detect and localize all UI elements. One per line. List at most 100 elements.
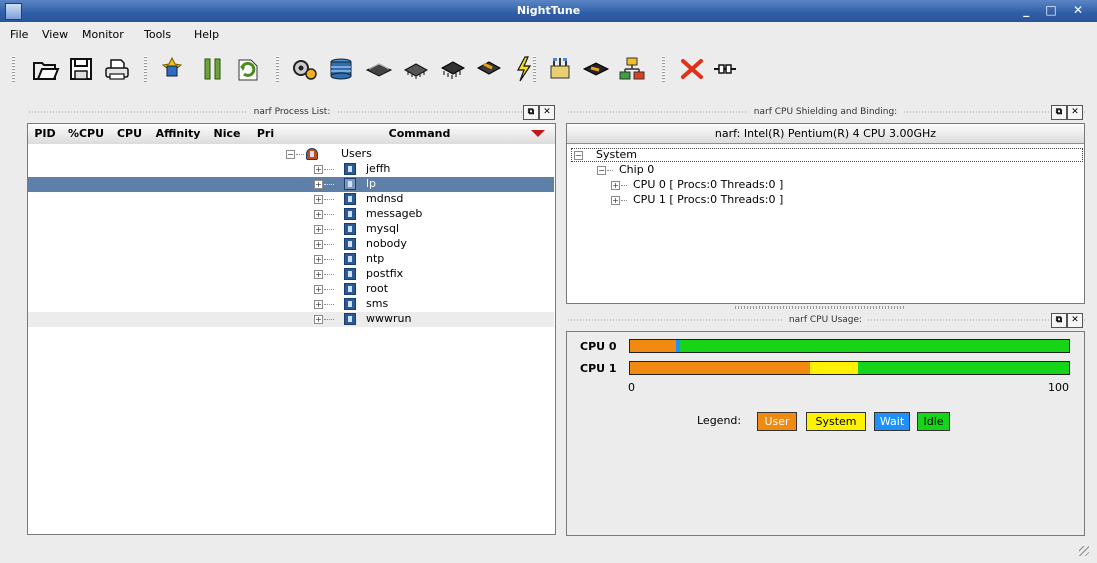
user-label: ntp bbox=[366, 252, 385, 265]
refresh-icon[interactable] bbox=[157, 54, 187, 84]
tree-row-user[interactable]: + wwwrun bbox=[28, 312, 554, 327]
user-icon bbox=[344, 163, 356, 175]
column-pri[interactable]: Pri bbox=[247, 124, 285, 144]
expand-icon[interactable]: + bbox=[314, 240, 323, 249]
menu-view[interactable]: View bbox=[42, 28, 68, 41]
tree-row-cpu[interactable]: + CPU 0 [ Procs:0 Threads:0 ] bbox=[611, 178, 1011, 192]
tree-row-chip[interactable]: − Chip 0 bbox=[597, 163, 997, 177]
tree-row-user[interactable]: + mdnsd bbox=[28, 192, 554, 207]
sort-desc-icon[interactable] bbox=[531, 130, 545, 137]
tree-row-user[interactable]: + ntp bbox=[28, 252, 554, 267]
connect-icon[interactable] bbox=[710, 54, 740, 84]
process-icon[interactable] bbox=[289, 54, 319, 84]
expand-icon[interactable]: + bbox=[314, 255, 323, 264]
cpu1-idle-segment bbox=[858, 362, 1069, 374]
save-icon[interactable] bbox=[66, 54, 96, 84]
device-icon[interactable] bbox=[581, 54, 611, 84]
expand-icon[interactable]: + bbox=[611, 181, 620, 190]
toolbar-grip bbox=[12, 56, 15, 82]
menu-monitor[interactable]: Monitor bbox=[82, 28, 124, 41]
expand-icon[interactable]: + bbox=[611, 196, 620, 205]
tree-row-user[interactable]: + sms bbox=[28, 297, 554, 312]
open-icon[interactable] bbox=[30, 54, 60, 84]
shield-header: narf: Intel(R) Pentium(R) 4 CPU 3.00GHz bbox=[567, 124, 1084, 144]
close-panel-icon[interactable]: ✕ bbox=[1067, 313, 1083, 328]
usage-panel-header: narf CPU Usage: ⧉ ✕ bbox=[566, 311, 1085, 329]
tree-row-user-selected[interactable]: + lp bbox=[28, 177, 554, 192]
expand-icon[interactable]: + bbox=[314, 210, 323, 219]
tree-row-user[interactable]: + postfix bbox=[28, 267, 554, 282]
expand-icon[interactable]: + bbox=[314, 180, 323, 189]
user-label: postfix bbox=[366, 267, 404, 280]
float-panel-icon[interactable]: ⧉ bbox=[1051, 105, 1067, 120]
interrupt-icon[interactable] bbox=[474, 54, 504, 84]
user-icon bbox=[344, 223, 356, 235]
menu-bar: File View Monitor Tools Help bbox=[0, 22, 1097, 46]
toolbar-separator bbox=[144, 56, 147, 82]
process-list[interactable]: PID %CPU CPU Affinity Nice Pri Command −… bbox=[27, 123, 556, 535]
pause-icon[interactable] bbox=[198, 54, 228, 84]
cpu-label: CPU 0 [ Procs:0 Threads:0 ] bbox=[633, 178, 784, 191]
shield-tree-view[interactable]: narf: Intel(R) Pentium(R) 4 CPU 3.00GHz … bbox=[566, 123, 1085, 304]
tree-row-user[interactable]: + jeffh bbox=[28, 162, 554, 177]
close-panel-icon[interactable]: ✕ bbox=[1067, 105, 1083, 120]
collapse-icon[interactable]: − bbox=[597, 166, 606, 175]
column-cpu-percent[interactable]: %CPU bbox=[62, 124, 111, 144]
cpu-icon[interactable] bbox=[438, 54, 468, 84]
disk-icon[interactable] bbox=[364, 54, 394, 84]
float-panel-icon[interactable]: ⧉ bbox=[1051, 313, 1067, 328]
column-pid[interactable]: PID bbox=[28, 124, 63, 144]
column-command[interactable]: Command bbox=[284, 124, 555, 144]
legend-idle: Idle bbox=[917, 412, 950, 431]
tree-row-user[interactable]: + messageb bbox=[28, 207, 554, 222]
tree-row-user[interactable]: + mysql bbox=[28, 222, 554, 237]
expand-icon[interactable]: + bbox=[314, 285, 323, 294]
shield-panel-header: narf CPU Shielding and Binding: ⧉ ✕ bbox=[566, 103, 1085, 121]
close-panel-icon[interactable]: ✕ bbox=[539, 105, 555, 120]
cpu0-idle-segment bbox=[680, 340, 1069, 352]
expand-icon[interactable]: + bbox=[314, 270, 323, 279]
restart-icon[interactable] bbox=[233, 54, 263, 84]
cpu1-label: CPU 1 bbox=[580, 362, 617, 375]
legend-wait: Wait bbox=[874, 412, 910, 431]
window-title: NightTune bbox=[516, 4, 581, 17]
column-cpu[interactable]: CPU bbox=[110, 124, 150, 144]
nodes-icon[interactable] bbox=[617, 54, 647, 84]
float-panel-icon[interactable]: ⧉ bbox=[523, 105, 539, 120]
chip-icon[interactable] bbox=[401, 54, 431, 84]
toolbar bbox=[0, 46, 1097, 92]
menu-help[interactable]: Help bbox=[194, 28, 219, 41]
expand-icon[interactable]: + bbox=[314, 195, 323, 204]
legend-system: System bbox=[806, 412, 866, 431]
expand-icon[interactable]: + bbox=[314, 165, 323, 174]
memory-icon[interactable] bbox=[326, 54, 356, 84]
column-affinity[interactable]: Affinity bbox=[149, 124, 208, 144]
collapse-icon[interactable]: − bbox=[286, 150, 295, 159]
expand-icon[interactable]: + bbox=[314, 225, 323, 234]
collapse-icon[interactable]: − bbox=[574, 151, 583, 160]
tree-row-users[interactable]: − Users bbox=[28, 147, 554, 162]
shield-panel-title: narf CPU Shielding and Binding: bbox=[747, 107, 904, 117]
user-label: nobody bbox=[366, 237, 407, 250]
tree-row-system[interactable]: − System bbox=[571, 148, 1083, 162]
user-label: wwwrun bbox=[366, 312, 412, 325]
status-bar bbox=[0, 540, 1097, 563]
close-icon[interactable] bbox=[677, 54, 707, 84]
expand-icon[interactable]: + bbox=[314, 315, 323, 324]
tree-row-user[interactable]: + root bbox=[28, 282, 554, 297]
window-controls[interactable]: _ □ ✕ bbox=[1023, 3, 1089, 17]
user-icon bbox=[344, 238, 356, 250]
print-icon[interactable] bbox=[102, 54, 132, 84]
splitter-handle[interactable] bbox=[735, 306, 905, 309]
resize-grip-icon[interactable] bbox=[1079, 546, 1089, 556]
network-icon[interactable] bbox=[545, 54, 575, 84]
column-nice[interactable]: Nice bbox=[207, 124, 248, 144]
menu-tools[interactable]: Tools bbox=[144, 28, 171, 41]
cpu1-system-segment bbox=[809, 362, 859, 374]
tree-row-cpu[interactable]: + CPU 1 [ Procs:0 Threads:0 ] bbox=[611, 193, 1011, 207]
menu-file[interactable]: File bbox=[10, 28, 28, 41]
tree-row-user[interactable]: + nobody bbox=[28, 237, 554, 252]
expand-icon[interactable]: + bbox=[314, 300, 323, 309]
users-group-icon bbox=[306, 148, 318, 160]
toolbar-separator bbox=[533, 56, 536, 82]
